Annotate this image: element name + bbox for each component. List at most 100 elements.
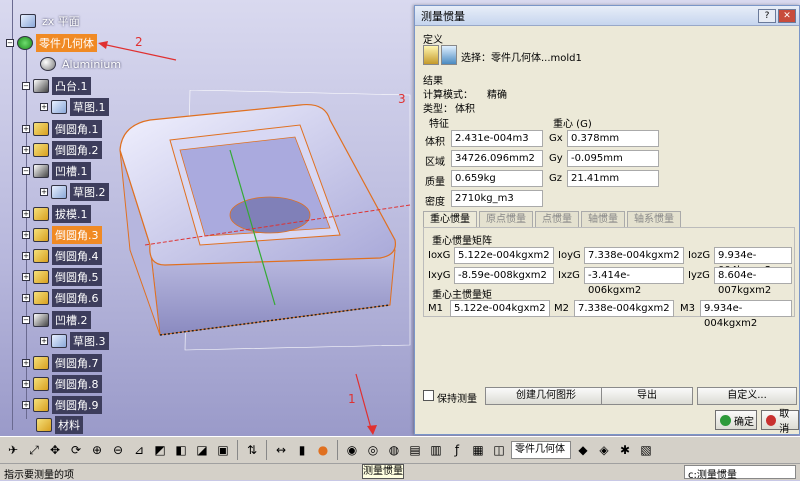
selection-text: 选择：零件几何体...mold1: [461, 53, 582, 64]
tab-axis-system-inertia[interactable]: 轴系惯量: [627, 211, 681, 227]
knowledge-icon[interactable]: ▤: [406, 441, 424, 459]
expand-toggle[interactable]: +: [22, 231, 30, 239]
tree-item-fillet-5[interactable]: + 倒圆角.5: [22, 268, 102, 286]
sketch-icon: [51, 100, 67, 114]
binary-icon[interactable]: ▥: [427, 441, 445, 459]
expand-toggle[interactable]: +: [22, 273, 30, 281]
tab-origin-inertia[interactable]: 原点惯量: [479, 211, 533, 227]
update-icon[interactable]: ⇅: [243, 441, 261, 459]
density-label: 密度: [425, 197, 445, 208]
snapshot-icon[interactable]: ◉: [343, 441, 361, 459]
tree-item-fillet-4[interactable]: + 倒圆角.4: [22, 247, 102, 265]
toolbar-separator: [237, 440, 238, 460]
expand-toggle[interactable]: −: [6, 39, 14, 47]
command-input[interactable]: c:测量惯量: [684, 465, 796, 481]
expand-toggle[interactable]: +: [40, 337, 48, 345]
tab-cog-inertia[interactable]: 重心惯量: [423, 211, 477, 227]
zoom-out-icon[interactable]: ⊖: [109, 441, 127, 459]
create-geometry-button[interactable]: 创建几何图形: [485, 387, 607, 405]
expand-toggle[interactable]: −: [22, 167, 30, 175]
tree-item-zx-plane[interactable]: zx 平面: [20, 12, 83, 30]
expand-toggle[interactable]: +: [40, 188, 48, 196]
density-field[interactable]: 2710kg_m3: [451, 190, 543, 207]
tree-item-fillet-1[interactable]: + 倒圆角.1: [22, 120, 102, 138]
gy-label: Gy: [549, 153, 563, 164]
expand-toggle[interactable]: +: [22, 252, 30, 260]
swap-space-icon[interactable]: ▣: [214, 441, 232, 459]
expand-toggle[interactable]: +: [22, 401, 30, 409]
tree-item-fillet-2[interactable]: + 倒圆角.2: [22, 141, 102, 159]
tree-item-fillet-8[interactable]: + 倒圆角.8: [22, 375, 102, 393]
layer-icon[interactable]: ◫: [490, 441, 508, 459]
m2-field: 7.338e-004kgxm2: [574, 300, 674, 317]
expand-toggle[interactable]: +: [22, 210, 30, 218]
measure-item-icon[interactable]: ▮: [293, 441, 311, 459]
close-button[interactable]: ✕: [778, 8, 796, 23]
ixzg-field: -3.414e-006kgxm2: [584, 267, 684, 296]
expand-toggle[interactable]: +: [22, 294, 30, 302]
constraint-icon[interactable]: ◎: [364, 441, 382, 459]
measure-item-icon[interactable]: [423, 45, 439, 65]
tree-item-fillet-3[interactable]: + 倒圆角.3: [22, 226, 102, 244]
keep-measure-checkbox[interactable]: [423, 390, 434, 401]
table-icon[interactable]: ▦: [469, 441, 487, 459]
tree-item-fillet-9[interactable]: + 倒圆角.9: [22, 396, 102, 414]
tab-point-inertia[interactable]: 点惯量: [535, 211, 579, 227]
catalog-icon[interactable]: ▧: [637, 441, 655, 459]
area-field: 34726.096mm2: [451, 150, 543, 167]
tree-item-draft-1[interactable]: + 拔模.1: [22, 205, 91, 223]
bottom-toolbar: ✈ ⤢ ✥ ⟳ ⊕ ⊖ ⊿ ◩ ◧ ◪ ▣ ⇅ ↔ ▮ ● ◉ ◎ ◍ ▤ ▥ …: [0, 436, 800, 463]
hide-show-icon[interactable]: ◪: [193, 441, 211, 459]
customize-button[interactable]: 自定义...: [697, 387, 797, 405]
tree-item-pad-1[interactable]: − 凸台.1: [22, 77, 91, 95]
inertia-tabs[interactable]: 重心惯量 原点惯量 点惯量 轴惯量 轴系惯量: [423, 211, 681, 227]
zoom-in-icon[interactable]: ⊕: [88, 441, 106, 459]
render-icon[interactable]: ✱: [616, 441, 634, 459]
pan-icon[interactable]: ✥: [46, 441, 64, 459]
current-body-combo[interactable]: 零件几何体: [511, 441, 571, 459]
expand-toggle[interactable]: +: [22, 125, 30, 133]
annotation-arrow-1: [355, 373, 377, 435]
expand-toggle[interactable]: +: [22, 146, 30, 154]
tree-item-sketch-1[interactable]: + 草图.1: [40, 98, 109, 116]
tree-item-sketch-3[interactable]: + 草图.3: [40, 332, 109, 350]
expand-toggle[interactable]: +: [22, 359, 30, 367]
tree-item-material-node[interactable]: 材料: [36, 416, 83, 434]
dialog-titlebar[interactable]: 测量惯量 ? ✕: [415, 6, 799, 26]
measure-between-icon[interactable]: ↔: [272, 441, 290, 459]
expand-toggle[interactable]: −: [22, 316, 30, 324]
gz-field: 21.41mm: [567, 170, 659, 187]
help-button[interactable]: ?: [758, 8, 776, 23]
ok-button[interactable]: 确定: [715, 410, 757, 430]
measure-inertia-icon[interactable]: ●: [314, 441, 332, 459]
shading-icon[interactable]: ◧: [172, 441, 190, 459]
apply-material-icon[interactable]: ◈: [595, 441, 613, 459]
tree-item-pocket-1[interactable]: − 凹槽.1: [22, 162, 91, 180]
measure-thin-icon[interactable]: [441, 45, 457, 65]
m1-label: M1: [428, 303, 443, 314]
expand-toggle[interactable]: +: [40, 103, 48, 111]
measure-inertia-dialog[interactable]: 测量惯量 ? ✕ 定义 选择：零件几何体...mold1 结果 计算模式： 精确…: [414, 5, 800, 435]
tree-item-pocket-2[interactable]: − 凹槽.2: [22, 311, 91, 329]
fit-all-icon[interactable]: ⤢: [25, 441, 43, 459]
graphic-properties-icon[interactable]: ◆: [574, 441, 592, 459]
tree-item-part-body[interactable]: − 零件几何体: [6, 34, 97, 52]
tab-axis-inertia[interactable]: 轴惯量: [581, 211, 625, 227]
iso-view-icon[interactable]: ◩: [151, 441, 169, 459]
iozg-field: 9.934e-004kgxm2: [714, 247, 792, 276]
ixzg-label: IxzG: [558, 270, 580, 281]
normal-view-icon[interactable]: ⊿: [130, 441, 148, 459]
mold-part-model[interactable]: [110, 90, 420, 360]
pocket-icon: [33, 313, 49, 327]
analysis-icon[interactable]: ◍: [385, 441, 403, 459]
tree-item-fillet-7[interactable]: + 倒圆角.7: [22, 354, 102, 372]
fly-mode-icon[interactable]: ✈: [4, 441, 22, 459]
cancel-button[interactable]: 取消: [761, 409, 799, 435]
formula-icon[interactable]: ƒ: [448, 441, 466, 459]
expand-toggle[interactable]: −: [22, 82, 30, 90]
tree-item-fillet-6[interactable]: + 倒圆角.6: [22, 289, 102, 307]
tree-item-sketch-2[interactable]: + 草图.2: [40, 183, 109, 201]
expand-toggle[interactable]: +: [22, 380, 30, 388]
rotate-icon[interactable]: ⟳: [67, 441, 85, 459]
export-button[interactable]: 导出: [601, 387, 693, 405]
